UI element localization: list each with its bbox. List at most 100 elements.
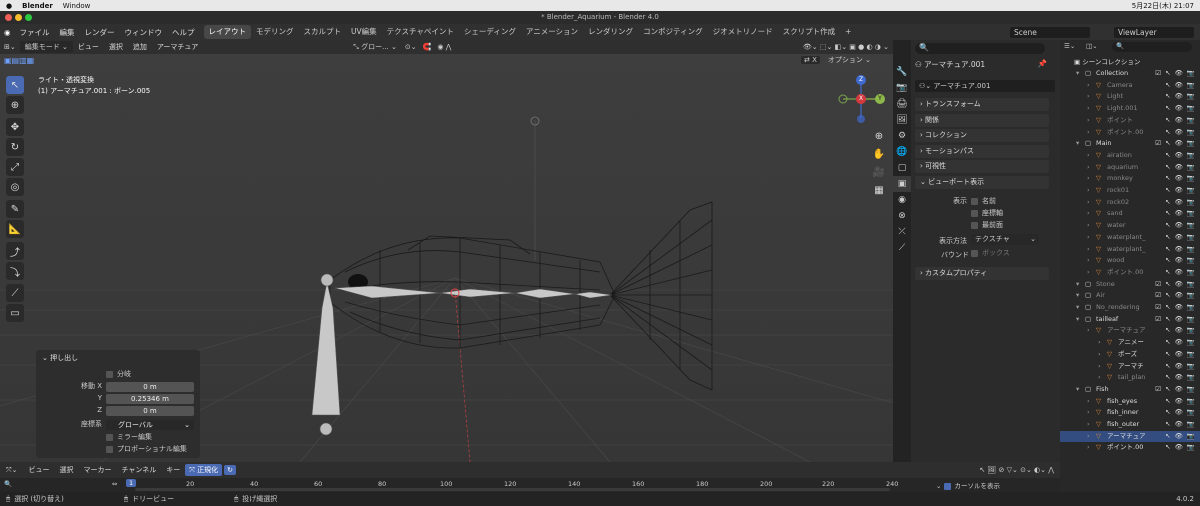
scene-collection-header[interactable]: ▣ シーンコレクション [1074, 56, 1140, 66]
show-axes-checkbox[interactable] [971, 209, 978, 217]
in-front-checkbox[interactable] [971, 221, 978, 229]
tab-compositing[interactable]: コンポジティング [638, 25, 708, 39]
normalize-toggle[interactable]: ⤧ 正規化 [185, 464, 223, 476]
timeline-filter-icons[interactable]: ↖ 🖼 ⊘ ▽⌄ ⊙⌄ ◐⌄ ⋀ [979, 466, 1054, 474]
show-axes-row[interactable]: 座標軸 [971, 208, 1003, 218]
collection-tab-icon[interactable]: ▢ [893, 160, 911, 176]
app-menu[interactable]: Blender [22, 2, 53, 10]
outliner-object-row[interactable]: › ▽ Light ↖ 👁 📷 [1060, 91, 1200, 103]
timeline-collapse-icon[interactable]: ⇔ [112, 480, 117, 488]
outliner-object-row[interactable]: › ▽ アーマチ ↖ 👁 📷 [1060, 361, 1200, 373]
outliner-collection-row[interactable]: ▾ ▢ tailleaf ☑ ↖ 👁 📷 [1060, 314, 1200, 326]
pivot-icon[interactable]: ⊙⌄ [405, 43, 417, 51]
visibility-toggles[interactable]: ↖ 👁 📷 [1165, 150, 1196, 162]
visibility-toggles[interactable]: ↖ 👁 📷 [1165, 419, 1196, 431]
visibility-toggles[interactable]: ☑ ↖ 👁 📷 [1155, 138, 1196, 150]
visibility-toggles[interactable]: ☑ ↖ 👁 📷 [1155, 279, 1196, 291]
outliner-object-row[interactable]: › ▽ tail_plan ↖ 👁 📷 [1060, 372, 1200, 384]
vp-menu-view[interactable]: ビュー [73, 42, 104, 52]
bone-size-tool-icon[interactable]: ⟋ [6, 284, 24, 302]
tl-menu-select[interactable]: 選択 [54, 465, 78, 475]
tool-tab-icon[interactable]: 🔧 [893, 64, 911, 80]
outliner-object-row[interactable]: › ▽ fish_outer ↖ 👁 📷 [1060, 419, 1200, 431]
visibility-toggles[interactable]: ↖ 👁 📷 [1165, 325, 1196, 337]
tab-scripting[interactable]: スクリプト作成 [778, 25, 841, 39]
cursor-tool-icon[interactable]: ⊕ [6, 96, 24, 114]
outliner-collection-row[interactable]: ▾ ▢ Fish ☑ ↖ 👁 📷 [1060, 384, 1200, 396]
x-mirror-toggle[interactable]: ⇄ X [801, 56, 820, 64]
outliner-object-row[interactable]: › ▽ アーマチュア ↖ 👁 📷 [1060, 430, 1200, 443]
outliner-object-row[interactable]: › ▽ wood ↖ 👁 📷 [1060, 255, 1200, 267]
physics-tab-icon[interactable]: ◉ [893, 192, 911, 208]
vp-menu-add[interactable]: 追加 [128, 42, 152, 52]
shading-buttons[interactable]: 👁⌄ ⬚⌄ ◧⌄ ▣ ● ◐ ◑ ⌄ [803, 43, 889, 51]
section-collections[interactable]: › コレクション [915, 129, 1049, 142]
visibility-toggles[interactable]: ↖ 👁 📷 [1165, 185, 1196, 197]
tab-layout[interactable]: レイアウト [203, 25, 252, 39]
bounds-checkbox[interactable] [971, 249, 978, 257]
visibility-toggles[interactable]: ↖ 👁 📷 [1165, 115, 1196, 127]
visibility-toggles[interactable]: ☑ ↖ 👁 📷 [1155, 314, 1196, 326]
visibility-toggles[interactable]: ↖ 👁 📷 [1165, 267, 1196, 279]
expand-toggle-icon[interactable]: › [1087, 80, 1090, 92]
tl-menu-marker[interactable]: マーカー [78, 465, 116, 475]
outliner-object-row[interactable]: › ▽ fish_eyes ↖ 👁 📷 [1060, 396, 1200, 408]
visibility-toggles[interactable]: ↖ 👁 📷 [1165, 372, 1196, 384]
outliner-object-row[interactable]: › ▽ ポーズ ↖ 👁 📷 [1060, 349, 1200, 361]
expand-toggle-icon[interactable]: ▾ [1076, 314, 1079, 326]
menu-edit[interactable]: 編集 [55, 27, 80, 38]
select-mode-icons[interactable]: ▣▤▥▦ [4, 56, 34, 65]
expand-toggle-icon[interactable]: › [1087, 197, 1090, 209]
gizmo-z-axis[interactable]: Z [856, 75, 866, 85]
render-tab-icon[interactable]: 📷 [893, 80, 911, 96]
split-checkbox-row[interactable]: 分岐 [36, 369, 200, 380]
expand-toggle-icon[interactable]: › [1087, 244, 1090, 256]
blender-logo-icon[interactable]: ◉ [4, 28, 11, 37]
outliner-object-row[interactable]: › ▽ rock02 ↖ 👁 📷 [1060, 197, 1200, 209]
tab-rendering[interactable]: レンダリング [583, 25, 638, 39]
menu-window[interactable]: ウィンドウ [120, 27, 168, 38]
outliner-object-row[interactable]: › ▽ fish_inner ↖ 👁 📷 [1060, 407, 1200, 419]
tab-uv[interactable]: UV編集 [346, 25, 382, 39]
menu-file[interactable]: ファイル [15, 27, 55, 38]
expand-toggle-icon[interactable]: › [1087, 115, 1090, 127]
outliner-collection-row[interactable]: ▾ ▢ No_rendering ☑ ↖ 👁 📷 [1060, 302, 1200, 314]
object-tab-icon[interactable]: ▣ [893, 176, 911, 192]
display-mode-icon[interactable]: ◫⌄ [1086, 42, 1098, 50]
perspective-grid-icon[interactable]: ▦ [872, 182, 886, 200]
tab-shading[interactable]: シェーディング [459, 25, 521, 39]
view-layer-selector[interactable]: ViewLayer [1114, 26, 1194, 38]
tab-animation[interactable]: アニメーション [521, 25, 583, 39]
outliner-object-row[interactable]: › ▽ ポイント.00 ↖ 👁 📷 [1060, 267, 1200, 279]
section-transform[interactable]: › トランスフォーム [915, 98, 1049, 111]
mode-selector[interactable]: 編集モード ⌄ [19, 41, 73, 53]
close-window-button[interactable] [5, 14, 12, 21]
outliner-collection-row[interactable]: ▾ ▢ Collection ☑ ↖ 👁 📷 [1060, 68, 1200, 80]
visibility-toggles[interactable]: ↖ 👁 📷 [1165, 361, 1196, 373]
outliner-collection-row[interactable]: ▾ ▢ Stone ☑ ↖ 👁 📷 [1060, 279, 1200, 291]
gizmo-x-axis[interactable]: X [856, 94, 866, 104]
expand-toggle-icon[interactable]: › [1087, 325, 1090, 337]
outliner-object-row[interactable]: › ▽ waterplant_ ↖ 👁 📷 [1060, 244, 1200, 256]
outliner-search[interactable]: 🔍 [1112, 42, 1192, 52]
outliner-object-row[interactable]: › ▽ sand ↖ 👁 📷 [1060, 208, 1200, 220]
expand-toggle-icon[interactable]: › [1087, 442, 1090, 454]
visibility-toggles[interactable]: ↖ 👁 📷 [1165, 80, 1196, 92]
visibility-toggles[interactable]: ☑ ↖ 👁 📷 [1155, 68, 1196, 80]
section-relations[interactable]: › 関係 [915, 114, 1049, 127]
minimize-window-button[interactable] [15, 14, 22, 21]
display-as-dropdown[interactable]: テクスチャ ⌄ [971, 234, 1039, 245]
visibility-toggles[interactable]: ↖ 👁 📷 [1165, 197, 1196, 209]
move-y-field[interactable]: 0.25346 m [106, 394, 194, 404]
outliner-editor-icon[interactable]: ☰⌄ [1064, 42, 1075, 50]
visibility-toggles[interactable]: ↖ 👁 📷 [1165, 127, 1196, 139]
scene-tab-icon[interactable]: ⚙ [893, 128, 911, 144]
in-front-row[interactable]: 最前面 [971, 220, 1003, 230]
timeline-body[interactable]: 🔍 ⇔ 1 20 40 60 80 100 120 140 160 180 20… [0, 478, 1060, 492]
visibility-toggles[interactable]: ↖ 👁 📷 [1165, 337, 1196, 349]
visibility-toggles[interactable]: ↖ 👁 📷 [1165, 244, 1196, 256]
visibility-toggles[interactable]: ☑ ↖ 👁 📷 [1155, 290, 1196, 302]
current-frame-indicator[interactable]: 1 [126, 479, 137, 487]
proportional-icon[interactable]: ◉ ⋀ [437, 43, 451, 51]
annotate-tool-icon[interactable]: ✎ [6, 200, 24, 218]
